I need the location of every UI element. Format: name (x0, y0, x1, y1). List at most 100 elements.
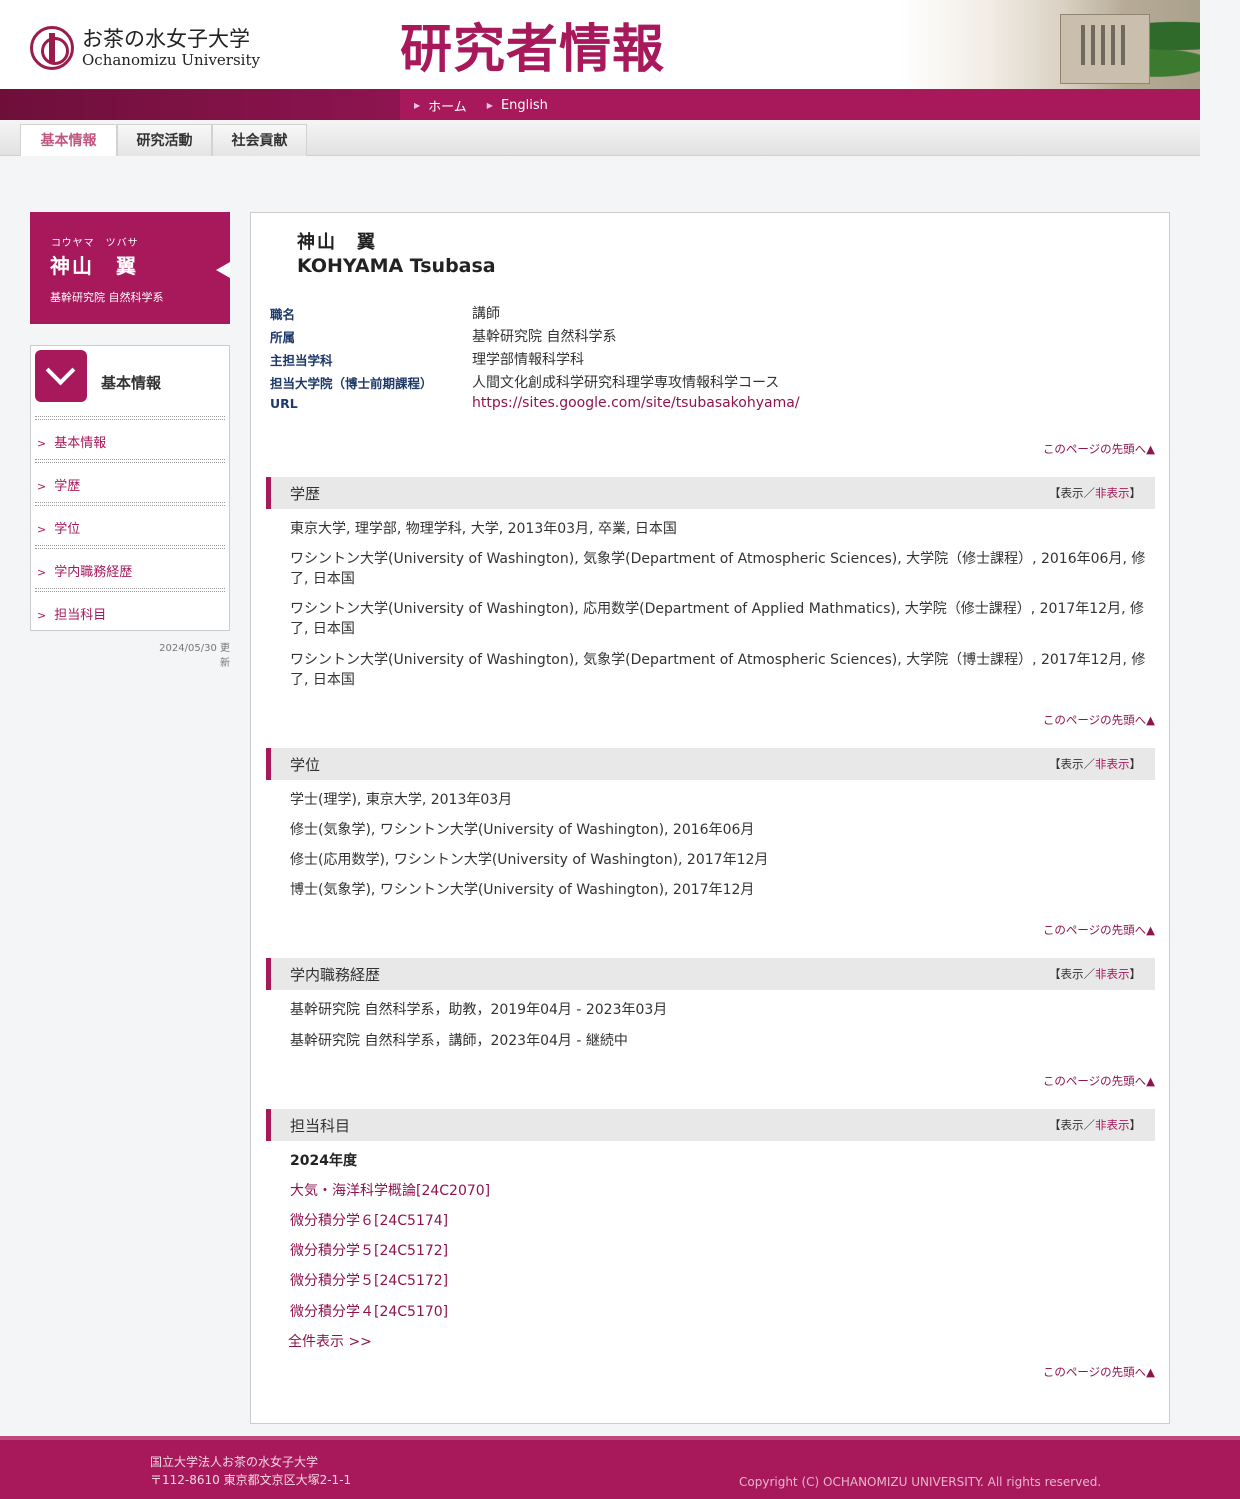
info-label-affiliation: 所属 (270, 330, 296, 345)
divider (35, 459, 225, 463)
site-footer: 国立大学法人お茶の水女子大学 〒112-8610 東京都文京区大塚2-1-1 C… (0, 1436, 1240, 1499)
back-to-top-link[interactable]: このページの先頭へ▲ (1043, 441, 1155, 457)
tab-research-activities[interactable]: 研究活動 (117, 124, 212, 156)
hide-link[interactable]: 非表示 (1095, 1118, 1130, 1132)
footer-copyright: Copyright (C) OCHANOMIZU UNIVERSITY. All… (739, 1475, 1102, 1489)
degree-entry: 博士(気象学), ワシントン大学(University of Washingto… (290, 882, 755, 898)
back-to-top-link[interactable]: このページの先頭へ▲ (1043, 712, 1155, 728)
chevron-right-icon: > (37, 480, 47, 493)
course-year: 2024年度 (290, 1153, 357, 1169)
campus-building-photo (900, 0, 1200, 90)
section-toggle: 【表示／非表示】 (1049, 757, 1141, 771)
info-value-affiliation: 基幹研究院 自然科学系 (472, 329, 617, 345)
sidebar-item-education[interactable]: > 学歴 (37, 475, 80, 495)
profile-name: 神山 翼 (50, 254, 138, 278)
course-link[interactable]: 大気・海洋科学概論[24C2070] (290, 1181, 1158, 1201)
show-link[interactable]: 表示 (1061, 967, 1084, 981)
last-updated: 2024/05/30 更新 (159, 643, 230, 669)
sidebar-item-courses[interactable]: > 担当科目 (37, 604, 106, 624)
university-seal-icon (30, 26, 74, 70)
tab-social-contribution[interactable]: 社会貢献 (212, 124, 307, 156)
logo-jp-text: お茶の水女子大学 (82, 27, 250, 51)
info-value-graduate: 人間文化創成科学研究科理学専攻情報科学コース (472, 375, 780, 391)
sidebar-heading: 基本情報 (101, 374, 162, 392)
info-label-graduate: 担当大学院（博士前期課程） (270, 376, 433, 391)
section-header-career: 学内職務経歴 【表示／非表示】 (266, 958, 1155, 990)
info-label-title: 職名 (270, 307, 296, 322)
site-title: 研究者情報 (400, 20, 666, 80)
hide-link[interactable]: 非表示 (1095, 757, 1130, 771)
show-link[interactable]: 表示 (1061, 1118, 1084, 1132)
section-title-education: 学歴 (290, 485, 321, 503)
info-label-department: 主担当学科 (270, 353, 333, 368)
main-content: 神山 翼 KOHYAMA Tsubasa 職名 講師 所属 基幹研究院 自然科学… (250, 212, 1170, 1424)
info-value-title: 講師 (472, 306, 500, 322)
tab-basic-info[interactable]: 基本情報 (20, 124, 117, 156)
sidebar-menu-header[interactable]: 基本情報 (35, 350, 225, 406)
nav-home-link[interactable]: ▶ ホーム (414, 96, 467, 115)
career-entry: 基幹研究院 自然科学系，講師，2023年04月 - 継続中 (290, 1033, 628, 1049)
course-link[interactable]: 微分積分学４[24C5170] (290, 1302, 1158, 1322)
career-entry: 基幹研究院 自然科学系，助教，2019年04月 - 2023年03月 (290, 1002, 668, 1018)
sidebar-item-basic-info[interactable]: > 基本情報 (37, 432, 106, 452)
hide-link[interactable]: 非表示 (1095, 967, 1130, 981)
divider (35, 545, 225, 549)
back-to-top-link[interactable]: このページの先頭へ▲ (1043, 1364, 1155, 1380)
footer-address: 〒112-8610 東京都文京区大塚2-1-1 (150, 1473, 352, 1487)
profile-department: 基幹研究院 自然科学系 (50, 291, 164, 304)
show-link[interactable]: 表示 (1061, 486, 1084, 500)
show-link[interactable]: 表示 (1061, 757, 1084, 771)
hide-link[interactable]: 非表示 (1095, 486, 1130, 500)
triangle-right-icon: ▶ (414, 101, 421, 110)
info-value-department: 理学部情報科学科 (472, 352, 584, 368)
degree-entry: 修士(気象学), ワシントン大学(University of Washingto… (290, 822, 755, 838)
education-entry: 東京大学, 理学部, 物理学科, 大学, 2013年03月, 卒業, 日本国 (290, 521, 677, 537)
university-logo[interactable]: お茶の水女子大学 Ochanomizu University (30, 26, 260, 70)
section-header-education: 学歴 【表示／非表示】 (266, 477, 1155, 509)
nav-english-link[interactable]: ▶ English (487, 96, 548, 115)
degree-entry: 学士(理学), 東京大学, 2013年03月 (290, 792, 513, 808)
education-entry: ワシントン大学(University of Washington), 応用数学(… (290, 601, 1144, 637)
back-to-top-link[interactable]: このページの先頭へ▲ (1043, 922, 1155, 938)
section-title-career: 学内職務経歴 (290, 966, 381, 984)
info-label-url: URL (270, 396, 298, 411)
degree-entry: 修士(応用数学), ワシントン大学(University of Washingt… (290, 852, 769, 868)
course-link[interactable]: 微分積分学６[24C5174] (290, 1211, 1158, 1231)
divider (35, 588, 225, 592)
course-link[interactable]: 微分積分学５[24C5172] (290, 1271, 1158, 1291)
name-kana: コウヤマ ツバサ (51, 238, 139, 249)
top-nav: ▶ ホーム ▶ English (414, 96, 548, 115)
chevron-right-icon: > (37, 523, 47, 536)
section-header-degrees: 学位 【表示／非表示】 (266, 748, 1155, 780)
sidebar-menu: 基本情報 > 基本情報 > 学歴 > 学位 > 学内職務経歴 > 担当科目 (30, 345, 230, 631)
course-link[interactable]: 微分積分学５[24C5172] (290, 1241, 1158, 1261)
education-entry: ワシントン大学(University of Washington), 気象学(D… (290, 551, 1146, 587)
triangle-right-icon: ▶ (486, 101, 493, 110)
info-url-link[interactable]: https://sites.google.com/site/tsubasakoh… (472, 395, 800, 411)
site-header: お茶の水女子大学 Ochanomizu University 研究者情報 ▶ ホー… (0, 0, 1200, 120)
sidebar-item-degrees[interactable]: > 学位 (37, 518, 80, 538)
section-title-courses: 担当科目 (290, 1117, 351, 1135)
section-title-degrees: 学位 (290, 756, 321, 774)
tab-bar: 基本情報 研究活動 社会貢献 (0, 120, 1200, 156)
page: お茶の水女子大学 Ochanomizu University 研究者情報 ▶ ホー… (0, 0, 1240, 1499)
divider (35, 502, 225, 506)
back-to-top-link[interactable]: このページの先頭へ▲ (1043, 1073, 1155, 1089)
section-header-courses: 担当科目 【表示／非表示】 (266, 1109, 1155, 1141)
logo-en-text: Ochanomizu University (82, 51, 260, 69)
top-nav-bar: ▶ ホーム ▶ English (0, 89, 1200, 120)
footer-org: 国立大学法人お茶の水女子大学 (150, 1455, 319, 1469)
profile-card: コウヤマ ツバサ 神山 翼 基幹研究院 自然科学系 (30, 212, 230, 324)
chevron-down-icon (35, 350, 87, 402)
education-entry: ワシントン大学(University of Washington), 気象学(D… (290, 652, 1146, 688)
researcher-name-jp: 神山 翼 (297, 232, 377, 253)
section-toggle: 【表示／非表示】 (1049, 967, 1141, 981)
section-toggle: 【表示／非表示】 (1049, 1118, 1141, 1132)
researcher-name-en: KOHYAMA Tsubasa (297, 255, 496, 277)
section-toggle: 【表示／非表示】 (1049, 486, 1141, 500)
chevron-right-icon: > (37, 609, 47, 622)
chevron-right-icon: > (37, 566, 47, 579)
show-all-courses-link[interactable]: 全件表示 >> (288, 1332, 1156, 1352)
chevron-right-icon: > (37, 437, 47, 450)
sidebar-item-career[interactable]: > 学内職務経歴 (37, 561, 132, 581)
